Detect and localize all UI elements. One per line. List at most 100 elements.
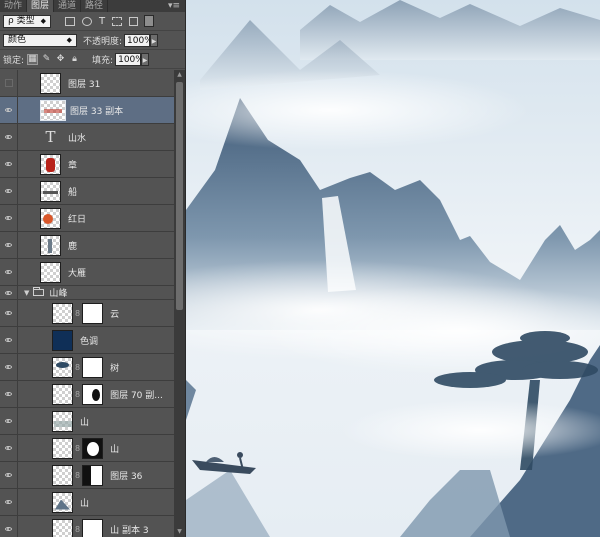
layer-row[interactable]: 图层 33 副本 — [0, 96, 174, 124]
layer-name: 图层 31 — [68, 79, 101, 90]
layer-thumbnail — [52, 410, 73, 432]
layer-name: 红日 — [68, 214, 87, 225]
blend-row: 颜色 ◆ 不透明度: 100% ▶ — [0, 31, 185, 50]
mask-link-icon[interactable]: 8 — [75, 309, 80, 318]
visibility-toggle[interactable] — [0, 434, 18, 462]
visibility-toggle[interactable] — [0, 407, 18, 435]
filter-kind-dropdown[interactable]: ρ 类型 ◆ — [3, 14, 51, 28]
group-expand-icon[interactable]: ▼ — [24, 289, 29, 297]
layer-thumbnail — [52, 437, 73, 459]
lock-transparent-pixels-icon[interactable]: ▦ — [27, 53, 39, 65]
visibility-toggle[interactable] — [0, 488, 18, 516]
filter-toggle-switch[interactable] — [144, 15, 155, 27]
visibility-toggle[interactable] — [0, 177, 18, 205]
layer-row[interactable]: 山 — [0, 488, 174, 516]
folder-icon — [33, 287, 45, 296]
visibility-toggle[interactable] — [0, 515, 18, 537]
layer-row[interactable]: 山 — [0, 407, 174, 435]
layer-mask-thumbnail — [82, 302, 104, 324]
filter-row: ρ 类型 ◆ T — [0, 12, 185, 31]
layer-mask-thumbnail — [82, 518, 104, 537]
visibility-toggle[interactable] — [0, 231, 18, 259]
layer-thumbnail — [52, 491, 73, 513]
pixel-filter-icon[interactable] — [65, 16, 75, 26]
eye-icon — [5, 216, 12, 220]
visibility-toggle[interactable] — [0, 123, 18, 151]
visibility-toggle[interactable] — [0, 299, 18, 327]
layer-mask-thumbnail — [82, 437, 104, 459]
layer-row[interactable]: T 山水 — [0, 123, 174, 151]
eye-icon — [5, 419, 12, 423]
layer-name: 鹿 — [68, 241, 78, 252]
layer-row[interactable]: 大雁 — [0, 258, 174, 286]
visibility-toggle[interactable] — [0, 204, 18, 232]
layer-name: 山 — [110, 444, 120, 455]
layer-name: 图层 33 副本 — [70, 106, 124, 117]
layer-row[interactable]: 红日 — [0, 204, 174, 232]
layer-row[interactable]: 8 图层 36 — [0, 461, 174, 489]
blend-mode-dropdown[interactable]: 颜色 ◆ — [3, 33, 77, 47]
lock-position-icon[interactable]: ✥ — [55, 54, 66, 65]
layer-list: 图层 31 图层 33 副本 T 山水 章 船 红日 鹿 大雁 ▼ 山峰 8 云… — [0, 70, 174, 537]
visibility-toggle[interactable] — [0, 285, 18, 300]
layer-name: 山 副本 3 — [110, 525, 149, 536]
blend-mode-value: 颜色 — [8, 34, 27, 45]
mask-link-icon[interactable]: 8 — [75, 525, 80, 534]
tab-actions[interactable]: 动作 — [0, 0, 28, 12]
layer-name: 章 — [68, 160, 78, 171]
fill-input[interactable]: 100% — [115, 52, 144, 66]
visibility-toggle[interactable] — [0, 353, 18, 381]
visibility-toggle[interactable] — [0, 258, 18, 286]
layer-row[interactable]: 8 树 — [0, 353, 174, 381]
visibility-off-icon — [4, 79, 13, 87]
visibility-toggle[interactable] — [0, 70, 18, 97]
lock-all-icon[interactable]: 🔒︎ — [69, 54, 80, 65]
panel-menu-icon[interactable]: ▾≡ — [168, 0, 185, 12]
text-filter-icon[interactable]: T — [99, 16, 105, 27]
layer-mask-thumbnail — [82, 356, 104, 378]
shape-filter-icon[interactable] — [112, 16, 123, 26]
layer-row[interactable]: 图层 31 — [0, 70, 174, 97]
scroll-down-icon[interactable]: ▼ — [174, 527, 185, 537]
scroll-up-icon[interactable]: ▲ — [174, 70, 185, 80]
visibility-toggle[interactable] — [0, 380, 18, 408]
layer-row[interactable]: 鹿 — [0, 231, 174, 259]
visibility-toggle[interactable] — [0, 461, 18, 489]
layer-mask-thumbnail — [82, 383, 104, 405]
visibility-toggle[interactable] — [0, 96, 18, 124]
smart-object-filter-icon[interactable] — [129, 16, 139, 26]
layer-row[interactable]: 8 山 副本 3 — [0, 515, 174, 537]
eye-icon — [5, 338, 12, 342]
layer-thumbnail — [52, 302, 73, 324]
opacity-slider-arrow[interactable]: ▶ — [150, 33, 159, 47]
scrollbar-thumb[interactable] — [176, 82, 183, 310]
layer-name: 云 — [110, 309, 120, 320]
eye-icon — [5, 527, 12, 531]
tab-paths[interactable]: 路径 — [81, 0, 109, 12]
layer-row[interactable]: 8 图层 70 副... — [0, 380, 174, 408]
opacity-input[interactable]: 100% — [124, 33, 153, 47]
adjustment-filter-icon[interactable] — [82, 16, 92, 26]
mask-link-icon[interactable]: 8 — [75, 363, 80, 372]
visibility-toggle[interactable] — [0, 326, 18, 354]
chevron-updown-icon: ◆ — [40, 16, 46, 25]
eye-icon — [5, 290, 12, 295]
mask-link-icon[interactable]: 8 — [75, 444, 80, 453]
fill-slider-arrow[interactable]: ▶ — [141, 52, 150, 66]
tab-layers[interactable]: 图层 — [27, 0, 55, 12]
layer-thumbnail — [40, 180, 61, 202]
layer-thumbnail — [40, 153, 61, 175]
layer-name: 图层 70 副... — [110, 390, 163, 401]
lock-image-pixels-icon[interactable]: ✎ — [41, 54, 52, 65]
layer-row[interactable]: 8 山 — [0, 434, 174, 462]
layer-row[interactable]: 章 — [0, 150, 174, 178]
layer-row[interactable]: 色调 — [0, 326, 174, 354]
mask-link-icon[interactable]: 8 — [75, 390, 80, 399]
layer-row[interactable]: 船 — [0, 177, 174, 205]
tab-channels[interactable]: 通道 — [54, 0, 82, 12]
mask-link-icon[interactable]: 8 — [75, 471, 80, 480]
visibility-toggle[interactable] — [0, 150, 18, 178]
layer-row[interactable]: 8 云 — [0, 299, 174, 327]
layer-list-scrollbar[interactable]: ▲ ▼ — [174, 70, 185, 537]
layer-group-row[interactable]: ▼ 山峰 — [0, 285, 174, 300]
